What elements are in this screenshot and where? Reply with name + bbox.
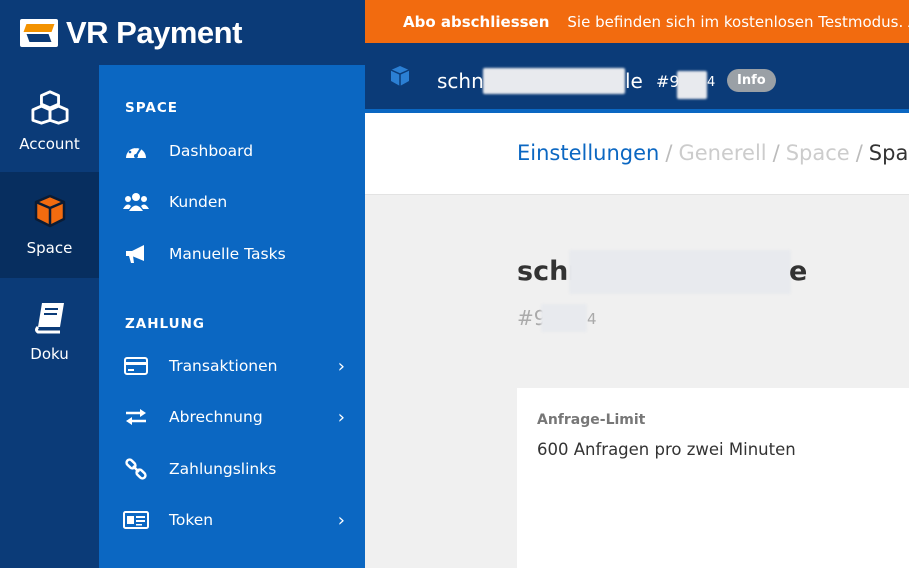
- link-icon: [123, 458, 149, 480]
- cube-icon: [34, 194, 65, 228]
- info-badge[interactable]: Info: [727, 69, 776, 92]
- vr-logo-icon: [20, 18, 58, 47]
- rail-label-doku: Doku: [30, 345, 69, 363]
- dashboard-icon: [123, 140, 149, 162]
- nav-item-kunden[interactable]: Kunden: [99, 180, 365, 224]
- request-limit-card: Anfrage-Limit 600 Anfragen pro zwei Minu…: [517, 388, 909, 568]
- brand-name: VR Payment: [66, 14, 242, 50]
- sub-navigation: SPACE Dashboard Kunden Manuelle Tasks ZA…: [99, 65, 365, 568]
- megaphone-icon: [123, 243, 149, 265]
- chevron-right-icon: ›: [337, 509, 345, 531]
- redacted-space-title: [569, 250, 791, 294]
- redacted-space-id: [541, 304, 587, 332]
- nav-label-abrechnung: Abrechnung: [169, 408, 263, 426]
- users-icon: [123, 191, 149, 213]
- nav-item-token[interactable]: Token ›: [99, 498, 365, 542]
- nav-label-manuelle-tasks: Manuelle Tasks: [169, 245, 286, 263]
- redacted-space-id: [677, 71, 707, 99]
- cubes-icon: [30, 90, 69, 125]
- space-title-end: e: [789, 256, 808, 287]
- main-content: schr e #9 4 Anfrage-Limit 600 Anfragen p…: [365, 196, 909, 568]
- nav-label-zahlungslinks: Zahlungslinks: [169, 460, 277, 478]
- rail-item-doku[interactable]: Doku: [0, 278, 99, 384]
- chevron-right-icon: ›: [337, 355, 345, 377]
- chevron-right-icon: ›: [337, 406, 345, 428]
- rail-item-space[interactable]: Space: [0, 172, 99, 278]
- book-icon: [34, 303, 64, 334]
- nav-item-abrechnung[interactable]: Abrechnung ›: [99, 395, 365, 439]
- space-id-suffix: 4: [587, 310, 597, 328]
- rail-label-account: Account: [19, 135, 80, 153]
- breadcrumb-einstellungen[interactable]: Einstellungen: [517, 141, 659, 165]
- rail-label-space: Space: [26, 239, 73, 257]
- breadcrumb-current: Space: [868, 141, 909, 165]
- nav-label-dashboard: Dashboard: [169, 142, 254, 160]
- rail-item-account[interactable]: Account: [0, 68, 99, 174]
- space-name-start: schn: [437, 69, 484, 93]
- card-value: 600 Anfragen pro zwei Minuten: [537, 440, 796, 459]
- subscription-alert-bar[interactable]: Abo abschliessen Sie befinden sich im ko…: [365, 0, 909, 43]
- section-title-zahlung: ZAHLUNG: [125, 316, 205, 332]
- brand-header[interactable]: VR Payment: [0, 0, 365, 65]
- space-id-suffix: 4: [707, 75, 716, 90]
- nav-label-token: Token: [169, 511, 214, 529]
- breadcrumb-space[interactable]: Space: [786, 141, 850, 165]
- breadcrumb: Einstellungen/Generell/Space/Space: [517, 141, 909, 165]
- nav-item-dashboard[interactable]: Dashboard: [99, 129, 365, 173]
- breadcrumb-bar: Einstellungen/Generell/Space/Space: [365, 113, 909, 195]
- alert-title[interactable]: Abo abschliessen: [403, 13, 549, 31]
- redacted-space-name: [483, 68, 625, 94]
- breadcrumb-separator: /: [855, 141, 863, 165]
- breadcrumb-generell[interactable]: Generell: [678, 141, 766, 165]
- space-name-end: le: [625, 69, 643, 93]
- card-label: Anfrage-Limit: [537, 412, 646, 428]
- alert-message: Sie befinden sich im kostenlosen Testmod…: [567, 12, 909, 31]
- section-title-space: SPACE: [125, 100, 178, 116]
- nav-label-transaktionen: Transaktionen: [169, 357, 278, 375]
- space-header: schn le #9 4 Info: [365, 43, 909, 113]
- nav-item-transaktionen[interactable]: Transaktionen ›: [99, 344, 365, 388]
- breadcrumb-separator: /: [665, 141, 673, 165]
- credit-card-icon: [123, 355, 149, 377]
- nav-item-manuelle-tasks[interactable]: Manuelle Tasks: [99, 232, 365, 276]
- nav-item-zahlungslinks[interactable]: Zahlungslinks: [99, 447, 365, 491]
- exchange-icon: [123, 406, 149, 428]
- id-card-icon: [123, 509, 149, 531]
- nav-label-kunden: Kunden: [169, 193, 228, 211]
- breadcrumb-separator: /: [772, 141, 780, 165]
- cube-icon: [390, 66, 410, 86]
